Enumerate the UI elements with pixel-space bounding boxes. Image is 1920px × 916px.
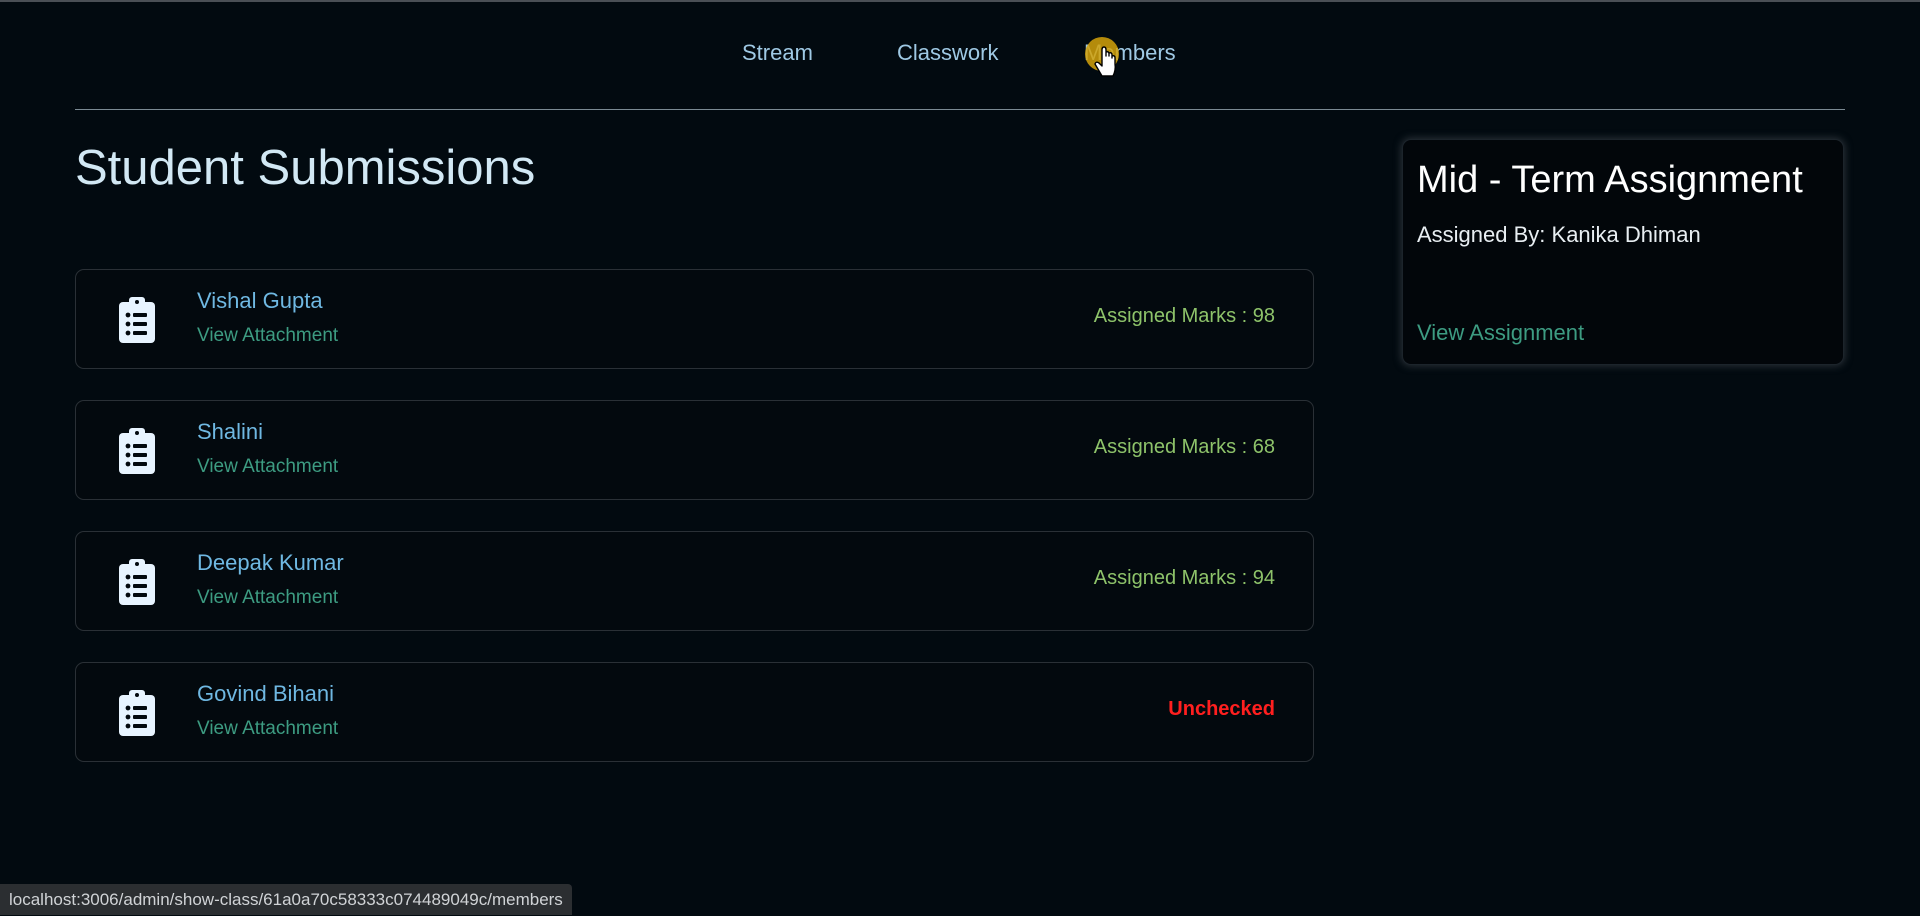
submission-list: Vishal Gupta View Attachment Assigned Ma… [75, 269, 1314, 793]
page-title: Student Submissions [75, 141, 536, 195]
student-name[interactable]: Vishal Gupta [197, 288, 323, 314]
view-assignment-link[interactable]: View Assignment [1417, 320, 1584, 346]
student-name[interactable]: Shalini [197, 419, 263, 445]
assigned-marks: Assigned Marks : 98 [1093, 305, 1275, 327]
submission-card: Govind Bihani View Attachment Unchecked [75, 662, 1314, 762]
submission-card: Deepak Kumar View Attachment Assigned Ma… [75, 531, 1314, 631]
clipboard-list-icon [119, 297, 155, 343]
assignment-card: Mid - Term Assignment Assigned By: Kanik… [1403, 140, 1843, 364]
class-nav: Stream Classwork Members [0, 40, 1920, 80]
submission-card: Shalini View Attachment Assigned Marks :… [75, 400, 1314, 500]
assignment-title: Mid - Term Assignment [1417, 159, 1803, 201]
tab-classwork[interactable]: Classwork [897, 40, 998, 66]
assigned-marks: Assigned Marks : 68 [1093, 436, 1275, 458]
clipboard-list-icon [119, 690, 155, 736]
student-name[interactable]: Deepak Kumar [197, 550, 344, 576]
student-name[interactable]: Govind Bihani [197, 681, 334, 707]
clipboard-list-icon [119, 559, 155, 605]
tab-stream[interactable]: Stream [742, 40, 813, 66]
submission-card: Vishal Gupta View Attachment Assigned Ma… [75, 269, 1314, 369]
view-attachment-link[interactable]: View Attachment [197, 456, 338, 478]
window-top-border [0, 0, 1920, 2]
hand-cursor-icon [1085, 37, 1119, 77]
view-attachment-link[interactable]: View Attachment [197, 718, 338, 740]
view-attachment-link[interactable]: View Attachment [197, 587, 338, 609]
assigned-marks: Assigned Marks : 94 [1093, 567, 1275, 589]
status-bar-url: localhost:3006/admin/show-class/61a0a70c… [0, 884, 572, 915]
assigned-by: Assigned By: Kanika Dhiman [1417, 222, 1701, 247]
view-attachment-link[interactable]: View Attachment [197, 325, 338, 347]
unchecked-status: Unchecked [1168, 698, 1275, 720]
nav-divider [75, 109, 1845, 110]
clipboard-list-icon [119, 428, 155, 474]
